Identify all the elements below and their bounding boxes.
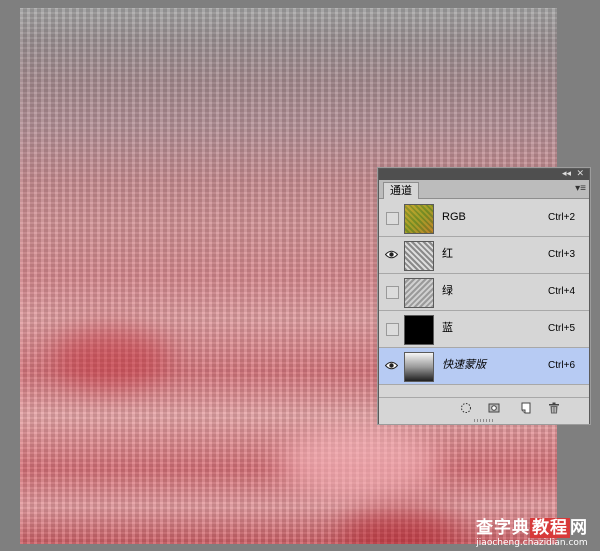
channel-row-green[interactable]: 绿 Ctrl+4 <box>379 274 589 311</box>
channel-shortcut: Ctrl+6 <box>548 360 575 371</box>
channel-shortcut: Ctrl+3 <box>548 249 575 260</box>
channel-shortcut: Ctrl+2 <box>548 212 575 223</box>
channels-panel: ◂◂ ✕ 通道 ▾≡ RGB Ctrl+2 红 Ctrl+3 绿 Ctrl+4 <box>378 168 590 424</box>
channel-name: 蓝 <box>442 322 453 334</box>
panel-menu-icon[interactable]: ▾≡ <box>575 182 586 196</box>
tab-channels[interactable]: 通道 <box>383 182 419 199</box>
new-channel-icon[interactable] <box>519 401 533 415</box>
panel-tab-row: 通道 ▾≡ <box>379 180 589 199</box>
channel-name: 绿 <box>442 285 453 297</box>
collapse-icon[interactable]: ◂◂ <box>562 168 571 179</box>
watermark-url: jiaocheng.chazidian.com <box>476 538 588 548</box>
panel-titlebar[interactable]: ◂◂ ✕ <box>379 168 589 180</box>
texture-blot <box>50 328 170 388</box>
load-selection-icon[interactable] <box>459 401 473 415</box>
trash-icon[interactable] <box>547 401 561 415</box>
eye-icon[interactable] <box>385 359 398 372</box>
eye-icon[interactable] <box>385 248 398 261</box>
channel-shortcut: Ctrl+5 <box>548 323 575 334</box>
close-icon[interactable]: ✕ <box>576 168 584 179</box>
resize-grip[interactable] <box>474 419 494 422</box>
texture-blot <box>280 428 440 498</box>
channel-row-rgb[interactable]: RGB Ctrl+2 <box>379 200 589 237</box>
visibility-toggle[interactable] <box>386 323 399 336</box>
channel-thumbnail <box>404 241 434 271</box>
channel-list: RGB Ctrl+2 红 Ctrl+3 绿 Ctrl+4 蓝 Ctrl+5 快速… <box>379 200 589 385</box>
channel-thumbnail <box>404 352 434 382</box>
channel-row-blue[interactable]: 蓝 Ctrl+5 <box>379 311 589 348</box>
save-selection-icon[interactable] <box>487 401 501 415</box>
texture-blot <box>340 508 460 544</box>
panel-footer <box>379 397 589 424</box>
channel-row-red[interactable]: 红 Ctrl+3 <box>379 237 589 274</box>
channel-name: 快速蒙版 <box>442 359 486 371</box>
channel-name: RGB <box>442 211 466 223</box>
watermark: 查字典 教程网 jiaocheng.chazidian.com <box>476 518 588 548</box>
channel-thumbnail <box>404 204 434 234</box>
channel-shortcut: Ctrl+4 <box>548 286 575 297</box>
channel-thumbnail <box>404 278 434 308</box>
watermark-logo: 查字典 教程网 <box>476 518 588 538</box>
channel-name: 红 <box>442 248 453 260</box>
visibility-toggle[interactable] <box>386 212 399 225</box>
visibility-toggle[interactable] <box>386 286 399 299</box>
channel-row-quick-mask[interactable]: 快速蒙版 Ctrl+6 <box>379 348 589 385</box>
channel-thumbnail <box>404 315 434 345</box>
